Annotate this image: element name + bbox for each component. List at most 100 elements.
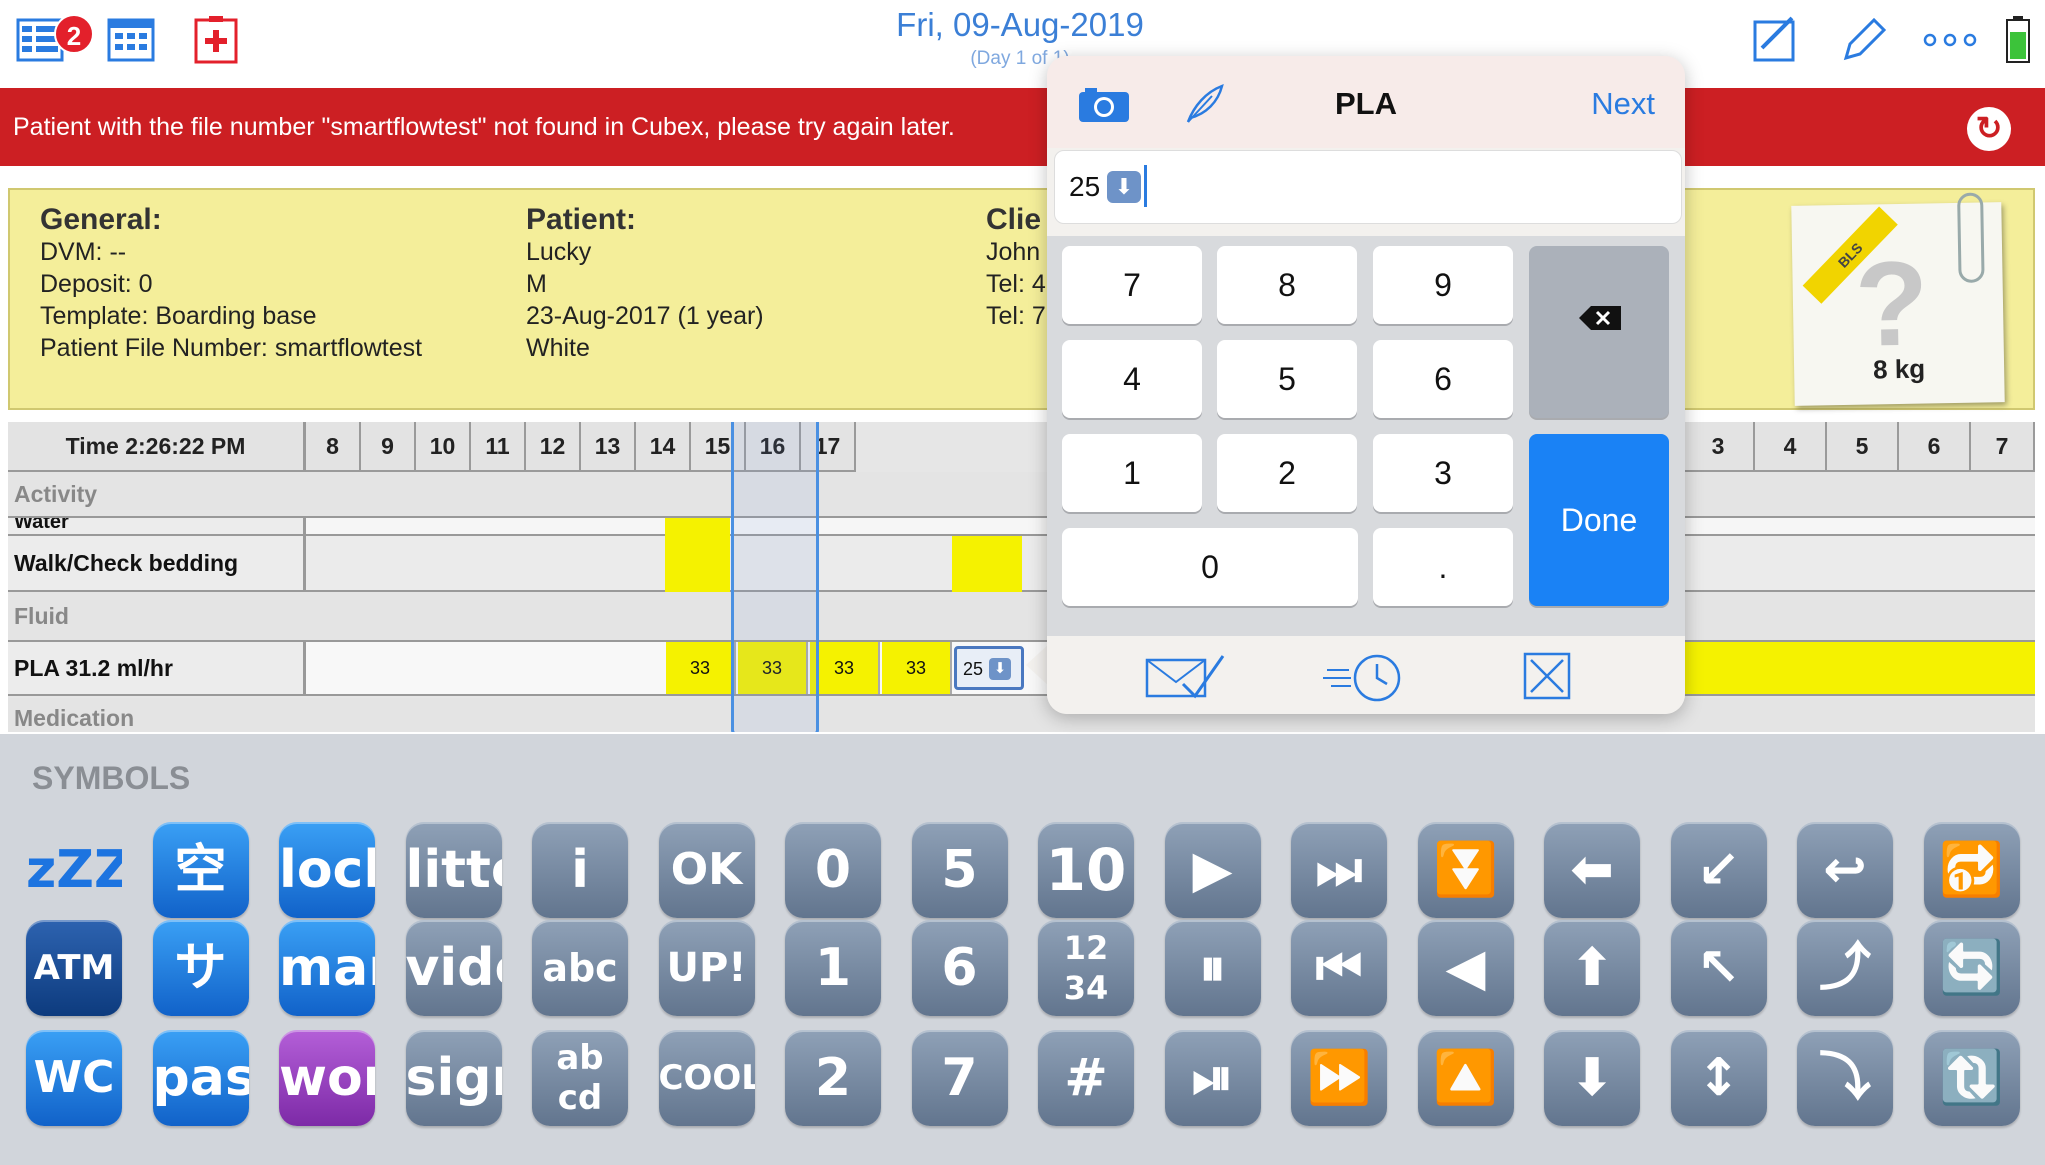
symbol-key[interactable]: #: [1038, 1030, 1134, 1126]
symbol-key[interactable]: ATM: [26, 920, 122, 1016]
symbol-key[interactable]: COOL: [658, 1030, 755, 1126]
hour-header: 4: [1755, 422, 1827, 472]
symbol-key[interactable]: ⏭: [1291, 822, 1387, 918]
symbol-key[interactable]: ↕: [1670, 1030, 1767, 1126]
symbol-key[interactable]: ⤴: [1797, 920, 1893, 1016]
symbol-key[interactable]: 🔂: [1923, 822, 2020, 918]
symbol-key[interactable]: 10: [1038, 822, 1134, 918]
key-decimal[interactable]: .: [1373, 528, 1513, 606]
symbol-key[interactable]: man: [279, 920, 375, 1016]
symbol-key[interactable]: 1: [785, 920, 881, 1016]
symbol-key[interactable]: locker: [279, 822, 375, 918]
symbol-key[interactable]: WC: [26, 1030, 122, 1126]
approve-all-icon[interactable]: [1143, 650, 1227, 707]
symbol-key-label: ↕: [1696, 1048, 1741, 1108]
text-caret: [1144, 165, 1147, 207]
schedule-clock-icon[interactable]: [1321, 650, 1411, 711]
key-8[interactable]: 8: [1217, 246, 1357, 324]
key-0[interactable]: 0: [1062, 528, 1358, 606]
key-2[interactable]: 2: [1217, 434, 1357, 512]
symbol-key[interactable]: 5: [911, 822, 1008, 918]
done-button[interactable]: Done: [1529, 434, 1669, 606]
symbol-key[interactable]: passport: [152, 1030, 249, 1126]
pencil-icon[interactable]: [1838, 14, 1890, 64]
symbol-key[interactable]: ⬅: [1544, 822, 1640, 918]
pla-current-cell[interactable]: 25 ⬇: [954, 646, 1024, 690]
patient-info-panel: General: DVM: -- Deposit: 0 Template: Bo…: [8, 188, 2035, 410]
pla-value-cell[interactable]: 33: [810, 642, 880, 694]
key-1[interactable]: 1: [1062, 434, 1202, 512]
symbol-key[interactable]: video: [405, 920, 502, 1016]
symbol-key[interactable]: 12 34: [1038, 920, 1134, 1016]
popover-footer: [1047, 636, 1685, 714]
symbol-key[interactable]: i: [532, 822, 628, 918]
medical-kit-icon[interactable]: [192, 14, 244, 64]
symbol-key[interactable]: ◀: [1417, 920, 1514, 1016]
hour-header: 7: [1971, 422, 2035, 472]
fluid-section: Fluid: [8, 592, 2035, 642]
key-5[interactable]: 5: [1217, 340, 1357, 418]
symbol-key[interactable]: 空: [152, 822, 249, 918]
symbol-key[interactable]: signal: [405, 1030, 502, 1126]
walk-cell-filled[interactable]: [665, 536, 730, 592]
symbol-key[interactable]: woman: [279, 1030, 375, 1126]
symbol-key[interactable]: ⤵: [1797, 1030, 1893, 1126]
key-3[interactable]: 3: [1373, 434, 1513, 512]
hour-header: 13: [581, 422, 636, 472]
patient-photo[interactable]: BLS ? 8 kg: [1791, 192, 2005, 406]
client-tel-2: Tel: 7: [986, 302, 1046, 330]
symbol-key[interactable]: 🔃: [1923, 1030, 2020, 1126]
edit-note-icon[interactable]: [1752, 14, 1804, 64]
symbol-key[interactable]: ▶: [1164, 822, 1261, 918]
hour-header: 9: [361, 422, 416, 472]
symbol-key[interactable]: zZZ: [26, 822, 122, 918]
symbol-key[interactable]: ⏬: [1417, 822, 1514, 918]
client-heading: Clie: [986, 203, 1042, 236]
key-4[interactable]: 4: [1062, 340, 1202, 418]
symbol-key[interactable]: ⏩: [1291, 1030, 1387, 1126]
symbol-key[interactable]: ↩: [1797, 822, 1893, 918]
key-6[interactable]: 6: [1373, 340, 1513, 418]
symbol-key[interactable]: ab cd: [532, 1030, 628, 1126]
refresh-icon[interactable]: ↻: [1967, 107, 2011, 151]
water-cell-filled[interactable]: [665, 518, 730, 536]
symbol-key[interactable]: 7: [911, 1030, 1008, 1126]
symbol-key[interactable]: UP!: [658, 920, 755, 1016]
medication-section: Medication: [8, 698, 2035, 732]
cancel-box-icon[interactable]: [1521, 650, 1573, 707]
symbol-key[interactable]: ⬇: [1544, 1030, 1640, 1126]
symbol-key[interactable]: サ: [152, 920, 249, 1016]
list-view-icon[interactable]: 2: [16, 14, 94, 64]
symbol-key[interactable]: ⬆: [1544, 920, 1640, 1016]
keyboard-category-title: SYMBOLS: [32, 760, 191, 796]
symbol-key[interactable]: ⏯: [1164, 1030, 1261, 1126]
symbol-key[interactable]: 🔼: [1417, 1030, 1514, 1126]
backspace-key[interactable]: [1529, 246, 1669, 418]
key-9[interactable]: 9: [1373, 246, 1513, 324]
dropdown-arrow-icon[interactable]: ⬇: [1107, 171, 1141, 203]
symbol-key-label: サ: [174, 938, 227, 998]
more-options-icon[interactable]: [1920, 14, 1980, 64]
error-message: Patient with the file number "smartflowt…: [13, 113, 955, 141]
pla-value-cell[interactable]: 33: [666, 642, 736, 694]
next-button[interactable]: Next: [1591, 86, 1655, 122]
symbol-key[interactable]: OK: [658, 822, 755, 918]
pla-right-cells[interactable]: [1683, 642, 2035, 694]
grid-view-icon[interactable]: [106, 14, 158, 64]
pla-value-cell[interactable]: 33: [882, 642, 952, 694]
symbol-key[interactable]: 0: [785, 822, 881, 918]
symbol-key[interactable]: ⏸: [1164, 920, 1261, 1016]
symbol-key[interactable]: litter: [405, 822, 502, 918]
symbol-key[interactable]: ↖: [1670, 920, 1767, 1016]
key-7[interactable]: 7: [1062, 246, 1202, 324]
symbol-key[interactable]: 🔄: [1923, 920, 2020, 1016]
value-input[interactable]: 25 ⬇: [1054, 150, 1682, 224]
symbol-key[interactable]: ⏮: [1291, 920, 1387, 1016]
walk-cell-filled[interactable]: [952, 536, 1022, 592]
symbol-key[interactable]: abc: [532, 920, 628, 1016]
hour-header: 14: [636, 422, 691, 472]
symbol-key[interactable]: ↙: [1670, 822, 1767, 918]
symbol-key[interactable]: 2: [785, 1030, 881, 1126]
hour-header: 10: [416, 422, 471, 472]
symbol-key[interactable]: 6: [911, 920, 1008, 1016]
